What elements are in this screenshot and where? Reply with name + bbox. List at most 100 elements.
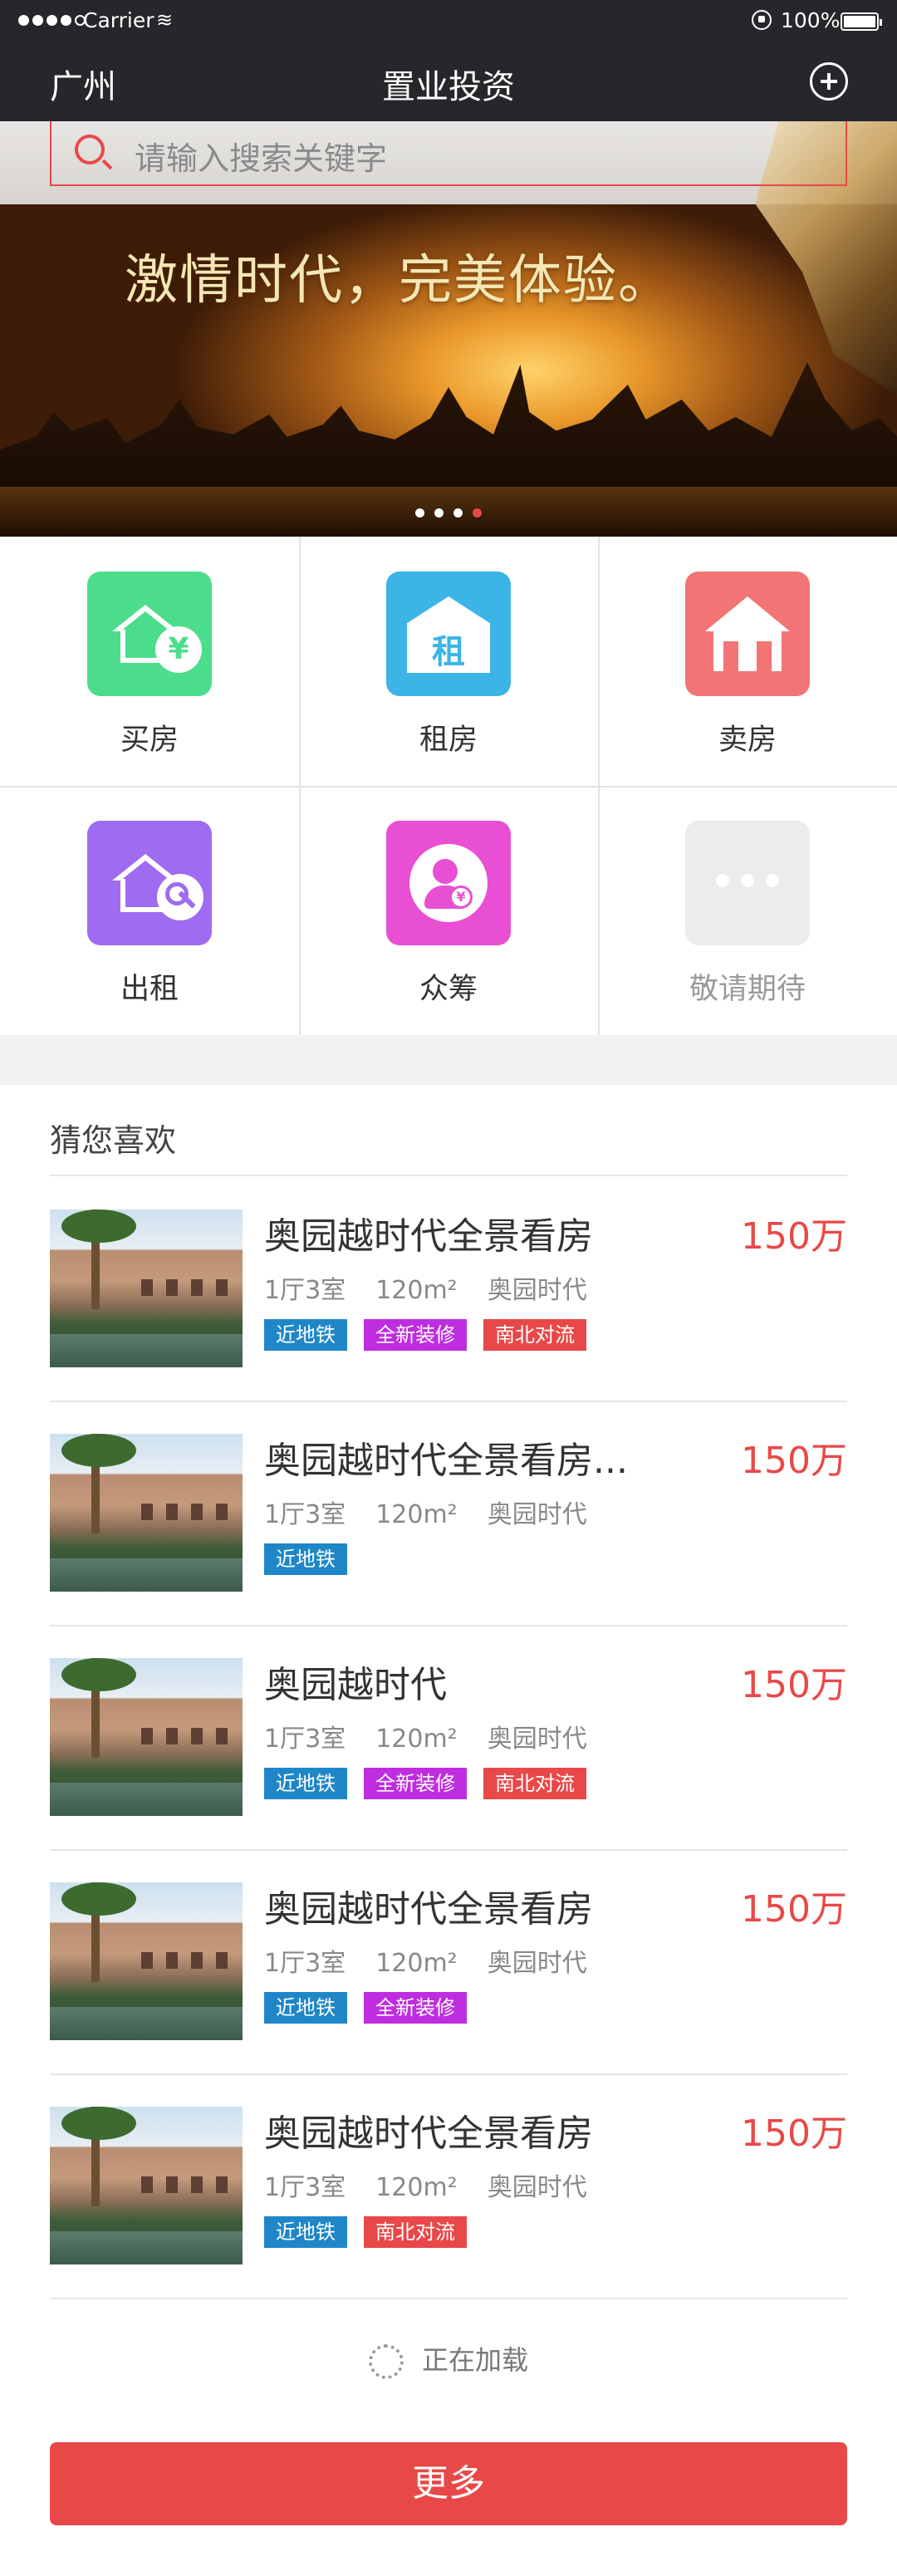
carousel-indicator <box>0 508 897 518</box>
carousel-dot[interactable] <box>453 508 463 518</box>
listing-community: 奥园时代 <box>487 1500 587 1529</box>
service-label: 出租 <box>120 973 179 1006</box>
listing-thumbnail <box>50 2107 243 2264</box>
feature-tag: 全新装修 <box>364 1319 467 1351</box>
listing-area: 120m² <box>375 1500 458 1529</box>
service-coming-soon: 敬请期待 <box>598 786 897 1035</box>
service-sell[interactable]: 卖房 <box>598 537 897 786</box>
feature-tag: 近地铁 <box>264 2216 347 2248</box>
search-input[interactable]: 请输入搜索关键字 <box>135 133 387 179</box>
feature-tag: 近地铁 <box>264 1543 347 1575</box>
listing-thumbnail <box>50 1658 243 1816</box>
listing-tags: 近地铁 <box>264 1543 347 1575</box>
feature-tag: 南北对流 <box>364 2216 467 2248</box>
banner-headline: 激情时代，完美体验。 <box>125 250 673 312</box>
feature-tag: 近地铁 <box>264 1319 347 1351</box>
listing-meta: 1厅3室 120m² 奥园时代 <box>264 1942 617 1979</box>
service-label: 众筹 <box>419 973 478 1006</box>
listing-community: 奥园时代 <box>487 2173 587 2202</box>
buy-house-icon: ¥ <box>87 572 212 696</box>
feature-tag: 南北对流 <box>483 1319 586 1351</box>
listing-area: 120m² <box>375 1725 458 1754</box>
service-lease-out[interactable]: 出租 <box>0 786 299 1035</box>
orientation-lock-icon <box>752 10 772 30</box>
listing-thumbnail <box>50 1209 243 1367</box>
carousel-dot[interactable] <box>473 508 482 518</box>
service-label: 敬请期待 <box>689 973 806 1006</box>
service-buy[interactable]: ¥ 买房 <box>0 537 299 786</box>
crowdfunding-icon: ¥ <box>386 821 511 945</box>
listing-meta: 1厅3室 120m² 奥园时代 <box>264 1269 617 1306</box>
listing-price: 150万 <box>741 1440 847 1482</box>
listing-layout: 1厅3室 <box>264 1276 346 1305</box>
listing-tags: 近地铁 全新装修 南北对流 <box>264 1319 586 1351</box>
listing-title: 奥园越时代全景看房 <box>264 1215 593 1258</box>
search-icon <box>75 135 105 164</box>
listing-meta: 1厅3室 120m² 奥园时代 <box>264 1494 617 1530</box>
service-grid: ¥ 买房 租 租房 卖房 出租 ¥ 众筹 敬请期待 <box>0 537 897 1035</box>
battery-icon <box>841 12 882 31</box>
listing-item[interactable]: 奥园越时代全景看房 150万 1厅3室 120m² 奥园时代 近地铁 南北对流 <box>50 2073 847 2298</box>
listing-thumbnail <box>50 1434 243 1592</box>
listing-item[interactable]: 奥园越时代全景看房... 150万 1厅3室 120m² 奥园时代 近地铁 <box>50 1401 847 1625</box>
service-rent[interactable]: 租 租房 <box>299 537 598 786</box>
page-title: 置业投资 <box>382 68 515 106</box>
spinner-icon <box>368 2344 404 2379</box>
listing-layout: 1厅3室 <box>264 1500 346 1529</box>
wifi-icon: ≋ <box>156 8 174 32</box>
feature-tag: 全新装修 <box>364 1992 467 2024</box>
feature-tag: 近地铁 <box>264 1768 347 1799</box>
listing-community: 奥园时代 <box>487 1949 587 1978</box>
listing-item[interactable]: 奥园越时代全景看房 150万 1厅3室 120m² 奥园时代 近地铁 全新装修 南北对流 <box>50 1176 847 1401</box>
banner-skyline <box>0 362 897 487</box>
listing-price: 150万 <box>741 1664 847 1706</box>
listing-tags: 近地铁 全新装修 南北对流 <box>264 1768 586 1799</box>
listing-layout: 1厅3室 <box>264 1725 346 1754</box>
listing-price: 150万 <box>741 1215 847 1258</box>
listing-meta: 1厅3室 120m² 奥园时代 <box>264 2166 617 2203</box>
feature-tag: 南北对流 <box>483 1768 586 1799</box>
listing-item[interactable]: 奥园越时代全景看房 150万 1厅3室 120m² 奥园时代 近地铁 全新装修 <box>50 1849 847 2073</box>
status-bar: Carrier ≋ 100% <box>0 0 897 42</box>
rent-house-icon: 租 <box>386 572 511 696</box>
sell-house-icon <box>685 572 810 696</box>
listing-meta: 1厅3室 120m² 奥园时代 <box>264 1718 617 1754</box>
feature-tag: 近地铁 <box>264 1992 347 2024</box>
listing-community: 奥园时代 <box>487 1276 587 1305</box>
signal-icon <box>18 15 86 26</box>
listing-layout: 1厅3室 <box>264 1949 346 1978</box>
more-button[interactable]: 更多 <box>50 2442 847 2525</box>
carrier-label: Carrier <box>83 8 154 32</box>
listing-area: 120m² <box>375 1276 458 1305</box>
carousel-dot[interactable] <box>415 508 424 518</box>
section-title: 猜您喜欢 <box>50 1122 177 1159</box>
add-circle-icon[interactable] <box>810 62 848 101</box>
divider <box>50 2298 847 2299</box>
lease-out-icon <box>87 821 212 945</box>
more-dots-icon <box>685 821 810 945</box>
listing-price: 150万 <box>741 1888 847 1931</box>
battery-percent: 100% <box>781 8 841 32</box>
listing-title: 奥园越时代 <box>264 1664 447 1706</box>
search-bar[interactable]: 请输入搜索关键字 <box>50 121 847 186</box>
loading-text: 正在加载 <box>421 2344 528 2376</box>
listing-layout: 1厅3室 <box>264 2173 346 2202</box>
listing-item[interactable]: 奥园越时代 150万 1厅3室 120m² 奥园时代 近地铁 全新装修 南北对流 <box>50 1625 847 1849</box>
listing-price: 150万 <box>741 2112 847 2155</box>
listing-area: 120m² <box>375 1949 458 1978</box>
loading-indicator: 正在加载 <box>0 2339 897 2379</box>
listing-thumbnail <box>50 1882 243 2040</box>
listing-title: 奥园越时代全景看房 <box>264 1888 593 1931</box>
listing-community: 奥园时代 <box>487 1725 587 1754</box>
service-crowdfunding[interactable]: ¥ 众筹 <box>299 786 598 1035</box>
service-label: 卖房 <box>718 724 777 757</box>
listing-title: 奥园越时代全景看房 <box>264 2112 593 2155</box>
feature-tag: 全新装修 <box>364 1768 467 1799</box>
nav-bar: 广州 置业投资 <box>0 42 897 121</box>
listing-tags: 近地铁 全新装修 <box>264 1992 467 2024</box>
listing-title: 奥园越时代全景看房... <box>264 1440 628 1482</box>
carousel-dot[interactable] <box>434 508 444 518</box>
listing-area: 120m² <box>375 2173 458 2202</box>
listing-tags: 近地铁 南北对流 <box>264 2216 467 2248</box>
service-label: 租房 <box>419 724 478 757</box>
